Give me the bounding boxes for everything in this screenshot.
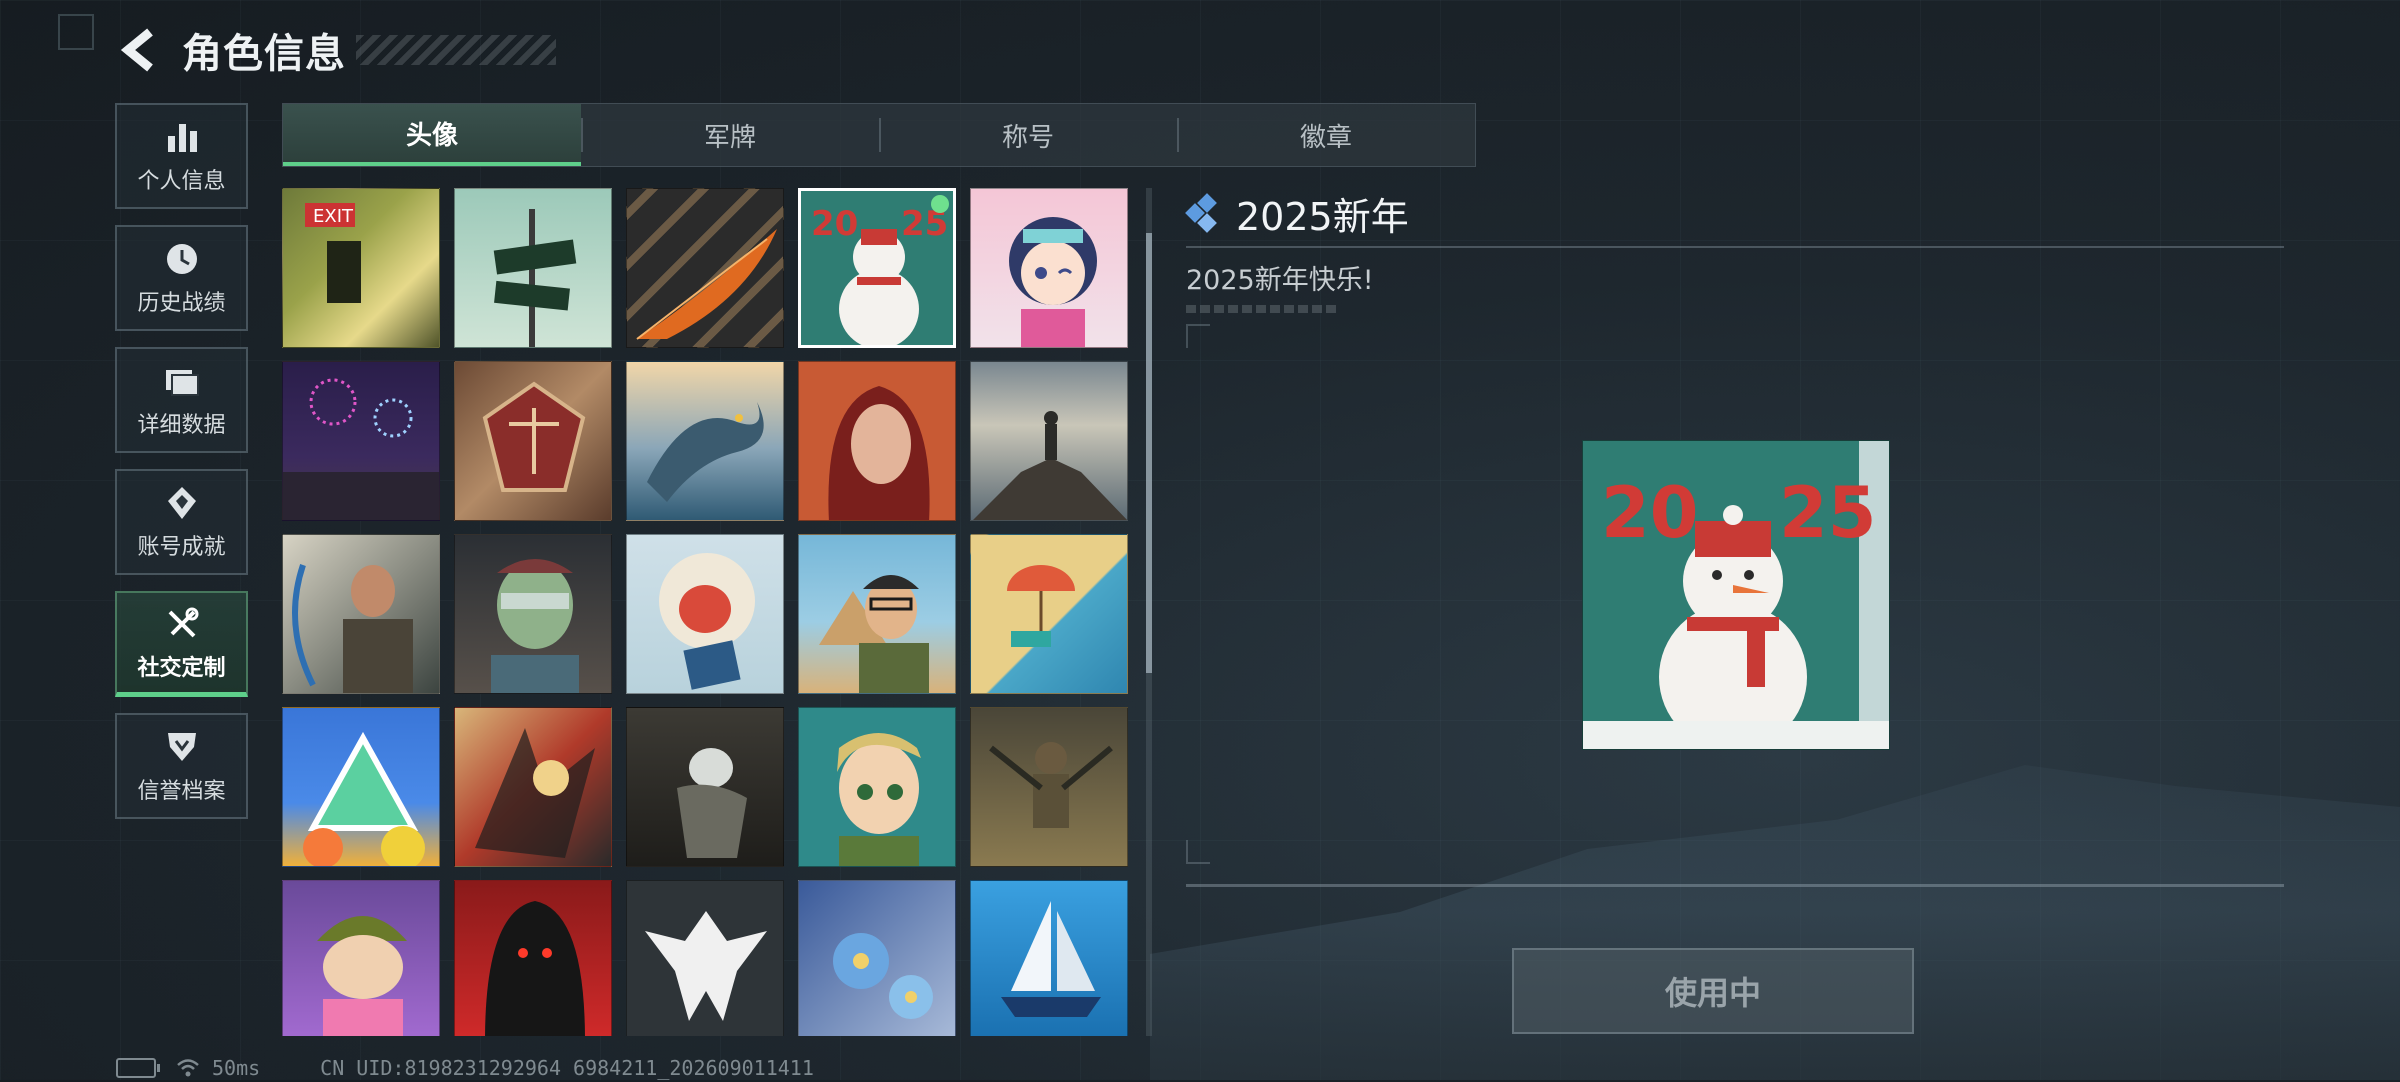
sidebar-item-social[interactable]: 社交定制: [115, 591, 248, 697]
svg-text:20: 20: [811, 204, 858, 244]
tab-title[interactable]: 称号: [879, 104, 1177, 166]
avatar-hooded-figure[interactable]: [454, 880, 612, 1036]
svg-text:25: 25: [1779, 472, 1876, 554]
avatar-sailboat[interactable]: [970, 880, 1128, 1036]
avatar-grid-scrollbar[interactable]: [1146, 188, 1152, 1036]
detail-bottom-divider: [1186, 884, 2284, 887]
avatar-mountain-soldier[interactable]: [970, 361, 1128, 521]
avatar-fireworks[interactable]: [282, 361, 440, 521]
avatar-grid-container: EXIT 20 25: [282, 188, 1132, 1036]
avatar-beach[interactable]: [970, 534, 1128, 694]
wifi-icon: [177, 1059, 199, 1077]
avatar-desert-soldier[interactable]: [970, 707, 1128, 867]
diamond-icon: [1185, 193, 1226, 233]
battery-icon: [116, 1058, 160, 1078]
divider: [1186, 246, 2284, 248]
avatar-grid: EXIT 20 25: [282, 188, 1132, 1036]
frame-corner-decoration: [1186, 840, 1210, 864]
folder-data-icon: [162, 361, 202, 401]
tab-dogtag[interactable]: 军牌: [581, 104, 879, 166]
avatar-way-out-sign[interactable]: [454, 188, 612, 348]
avatar-anime-girl[interactable]: [970, 188, 1128, 348]
uid-text: CN UID:8198231292964 6984211_20260901141…: [320, 1056, 814, 1080]
sidebar-item-label: 信誉档案: [137, 779, 226, 804]
avatar-pyramid-man[interactable]: [798, 534, 956, 694]
frame-corner-decoration: [1186, 324, 1210, 348]
avatar-eagle-emblem[interactable]: [626, 880, 784, 1036]
sidebar-item-reputation[interactable]: 信誉档案: [115, 713, 248, 819]
tab-bar: 头像 军牌 称号 徽章: [282, 103, 1476, 167]
status-bar: 50ms CN UID:8198231292964 6984211_202609…: [116, 1054, 814, 1082]
avatar-description: 2025新年快乐!: [1186, 265, 1374, 296]
tools-icon: [162, 604, 202, 644]
back-arrow-icon: [120, 28, 153, 72]
sidebar-item-label: 详细数据: [137, 413, 226, 438]
sidebar: 个人信息 历史战绩 详细数据 账号成就 社交定制 信誉档案: [115, 103, 252, 835]
achievement-icon: [162, 483, 202, 523]
avatar-red-hair-woman[interactable]: [798, 361, 956, 521]
corner-decoration: [58, 14, 94, 50]
svg-text:EXIT: EXIT: [313, 206, 354, 227]
avatar-red-gold-art[interactable]: [454, 707, 612, 867]
sidebar-item-profile[interactable]: 个人信息: [115, 103, 248, 209]
sidebar-item-achievement[interactable]: 账号成就: [115, 469, 248, 575]
selected-mark-icon: [931, 195, 949, 213]
avatar-scales-emblem[interactable]: [454, 361, 612, 521]
sidebar-item-label: 个人信息: [137, 169, 226, 194]
avatar-exit[interactable]: EXIT: [282, 188, 440, 348]
avatar-monkey-reading[interactable]: [626, 534, 784, 694]
svg-text:20: 20: [1601, 472, 1698, 554]
bar-chart-icon: [162, 117, 202, 157]
history-clock-icon: [162, 239, 202, 279]
description-stripe-decoration: [1186, 305, 1336, 313]
avatar-feather[interactable]: [626, 188, 784, 348]
avatar-name: 2025新年: [1236, 194, 1409, 239]
sidebar-item-history[interactable]: 历史战绩: [115, 225, 248, 331]
page-title: 角色信息: [182, 31, 346, 77]
sidebar-item-label: 账号成就: [137, 535, 226, 560]
title-stripe-decoration: [356, 35, 556, 65]
avatar-triangle-art[interactable]: [282, 707, 440, 867]
ping-value: 50ms: [212, 1056, 261, 1080]
avatar-helmet-cartoon[interactable]: [282, 880, 440, 1036]
avatar-blue-flowers[interactable]: [798, 880, 956, 1036]
header: 角色信息: [116, 22, 556, 78]
avatar-zombie[interactable]: [454, 534, 612, 694]
detail-panel: 2025新年 2025新年快乐! 20 25: [1185, 188, 2284, 888]
avatar-dragon[interactable]: [626, 361, 784, 521]
avatar-archer[interactable]: [282, 534, 440, 694]
back-button[interactable]: [116, 25, 160, 75]
detail-header: 2025新年: [1185, 188, 2284, 239]
tab-badge[interactable]: 徽章: [1177, 104, 1475, 166]
avatar-preview: 20 25: [1582, 440, 1890, 750]
sidebar-item-data[interactable]: 详细数据: [115, 347, 248, 453]
tab-avatar[interactable]: 头像: [283, 104, 581, 166]
in-use-button[interactable]: 使用中: [1512, 948, 1914, 1034]
sidebar-item-label: 社交定制: [137, 655, 226, 681]
sidebar-item-label: 历史战绩: [137, 291, 226, 316]
avatar-cartoon-boy[interactable]: [798, 707, 956, 867]
scrollbar-thumb[interactable]: [1146, 233, 1152, 673]
reputation-icon: [162, 727, 202, 767]
avatar-2025-snowman[interactable]: 20 25: [798, 188, 956, 348]
avatar-crouching-figure[interactable]: [626, 707, 784, 867]
